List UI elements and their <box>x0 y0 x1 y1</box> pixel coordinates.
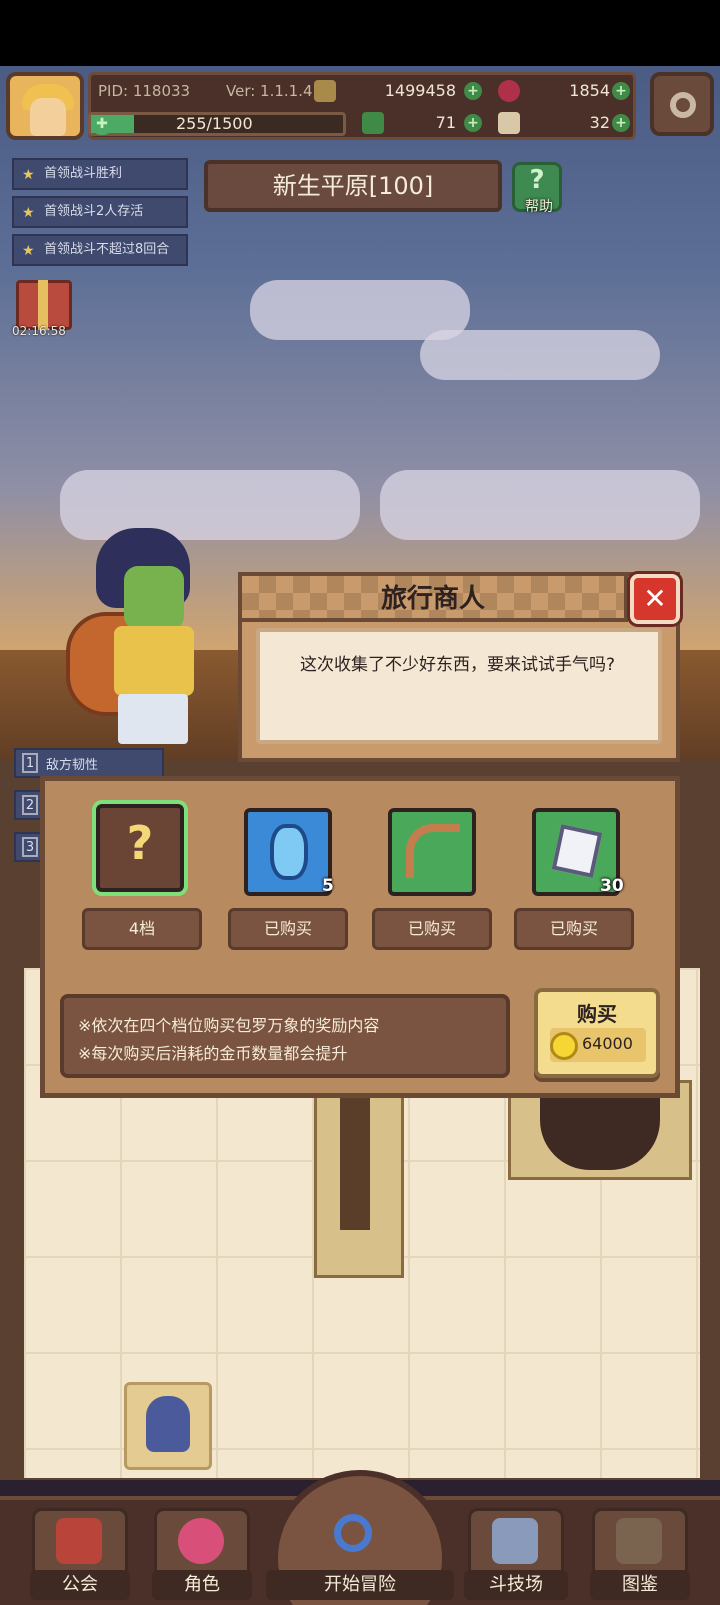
add-clover-button[interactable]: + <box>464 114 482 132</box>
coin-icon <box>550 1032 578 1060</box>
pot-icon <box>540 1090 660 1170</box>
settings-button[interactable] <box>650 72 714 136</box>
quest-label: 首领战斗不超过8回合 <box>44 242 170 257</box>
buy-label: 购买 <box>577 1002 617 1026</box>
avatar-face <box>30 98 66 136</box>
gift-icon <box>38 280 48 330</box>
energy-text: 255/1500 <box>176 114 253 133</box>
shop-slot-3[interactable] <box>388 808 476 896</box>
player-avatar[interactable] <box>6 72 84 140</box>
stage-name: 新生平原[100] <box>272 172 434 200</box>
player-id: PID: 118033 <box>98 82 191 100</box>
close-icon: ✕ <box>643 582 667 615</box>
merchant-legs <box>118 694 188 744</box>
energy-icon: ✚ <box>92 115 112 135</box>
quest-item: ★ 首领战斗胜利 <box>12 158 188 190</box>
nav-guild-label: 公会 <box>30 1570 130 1600</box>
buff-number: 1 <box>22 753 38 773</box>
cloud <box>60 470 360 540</box>
shop-note: ※依次在四个档位购买包罗万象的奖励内容 <box>78 1016 380 1035</box>
clover-icon <box>362 112 384 134</box>
nav-arena-label: 斗技场 <box>464 1570 568 1600</box>
shop-slot-2-qty: 5 <box>322 876 334 896</box>
quest-item: ★ 首领战斗不超过8回合 <box>12 234 188 266</box>
white-crystal-icon <box>551 824 603 878</box>
buff-text: 敌方韧性 <box>46 758 99 773</box>
buff-number: 2 <box>22 795 38 815</box>
shop-slot-4-qty: 30 <box>600 876 624 896</box>
help-label: 帮助 <box>525 199 553 215</box>
shop-slot-2[interactable] <box>244 808 332 896</box>
shop-slot-4-label: 已购买 <box>514 908 634 950</box>
stage-banner[interactable]: 新生平原[100] <box>204 160 502 212</box>
tree-icon <box>340 1090 370 1230</box>
dialog-body <box>256 628 662 744</box>
game-screen: PID: 118033 Ver: 1.1.1.4 1499458 + 1854 … <box>0 0 720 1605</box>
guild-icon <box>56 1518 102 1564</box>
shop-slot-1[interactable]: ? <box>96 804 184 892</box>
crossed-swords-icon <box>492 1518 538 1564</box>
shop-notes <box>60 994 510 1078</box>
merchant-body <box>114 626 194 696</box>
question-icon: ? <box>529 165 545 195</box>
add-key-button[interactable]: + <box>612 114 630 132</box>
dialog-title: 旅行商人 <box>380 584 485 614</box>
star-icon: ★ <box>22 243 35 259</box>
mystery-icon: ? <box>126 816 154 870</box>
shop-slot-1-label: 4档 <box>82 908 202 950</box>
gem-amount: 1854 <box>569 81 610 100</box>
cloud <box>380 470 700 540</box>
gold-coin-icon <box>314 80 336 102</box>
shop-note: ※每次购买后消耗的金币数量都会提升 <box>78 1044 348 1063</box>
hero-sprite-icon <box>146 1396 190 1452</box>
quest-label: 首领战斗胜利 <box>44 166 123 181</box>
cloud <box>420 330 660 380</box>
add-gold-button[interactable]: + <box>464 82 482 100</box>
merchant-face <box>124 566 184 630</box>
buff-number: 3 <box>22 837 38 857</box>
close-button[interactable]: ✕ <box>630 574 680 624</box>
quest-label: 首领战斗2人存活 <box>44 204 144 219</box>
key-amount: 32 <box>589 113 610 132</box>
nav-characters-label: 角色 <box>152 1570 252 1600</box>
magnifier-icon <box>334 1514 372 1552</box>
gold-amount: 1499458 <box>384 81 456 100</box>
buy-price: 64000 <box>582 1034 633 1053</box>
nav-codex-label: 图鉴 <box>590 1570 690 1600</box>
bow-icon <box>406 824 460 878</box>
book-icon <box>616 1518 662 1564</box>
key-icon <box>498 112 520 134</box>
nav-adventure-label: 开始冒险 <box>266 1570 454 1600</box>
gift-timer: 02:16:58 <box>12 324 66 338</box>
blue-gem-icon <box>270 824 308 880</box>
shop-slot-2-label: 已购买 <box>228 908 348 950</box>
game-version: Ver: 1.1.1.4 <box>226 82 313 100</box>
clover-amount: 71 <box>435 113 456 132</box>
dialog-message: 这次收集了不少好东西，要来试试手气吗? <box>300 655 616 675</box>
character-icon <box>178 1518 224 1564</box>
shop-slot-3-label: 已购买 <box>372 908 492 950</box>
star-icon: ★ <box>22 205 35 221</box>
gear-icon <box>670 92 696 118</box>
gem-icon <box>498 80 520 102</box>
status-bar <box>0 0 720 66</box>
quest-item: ★ 首领战斗2人存活 <box>12 196 188 228</box>
star-icon: ★ <box>22 167 35 183</box>
add-gem-button[interactable]: + <box>612 82 630 100</box>
